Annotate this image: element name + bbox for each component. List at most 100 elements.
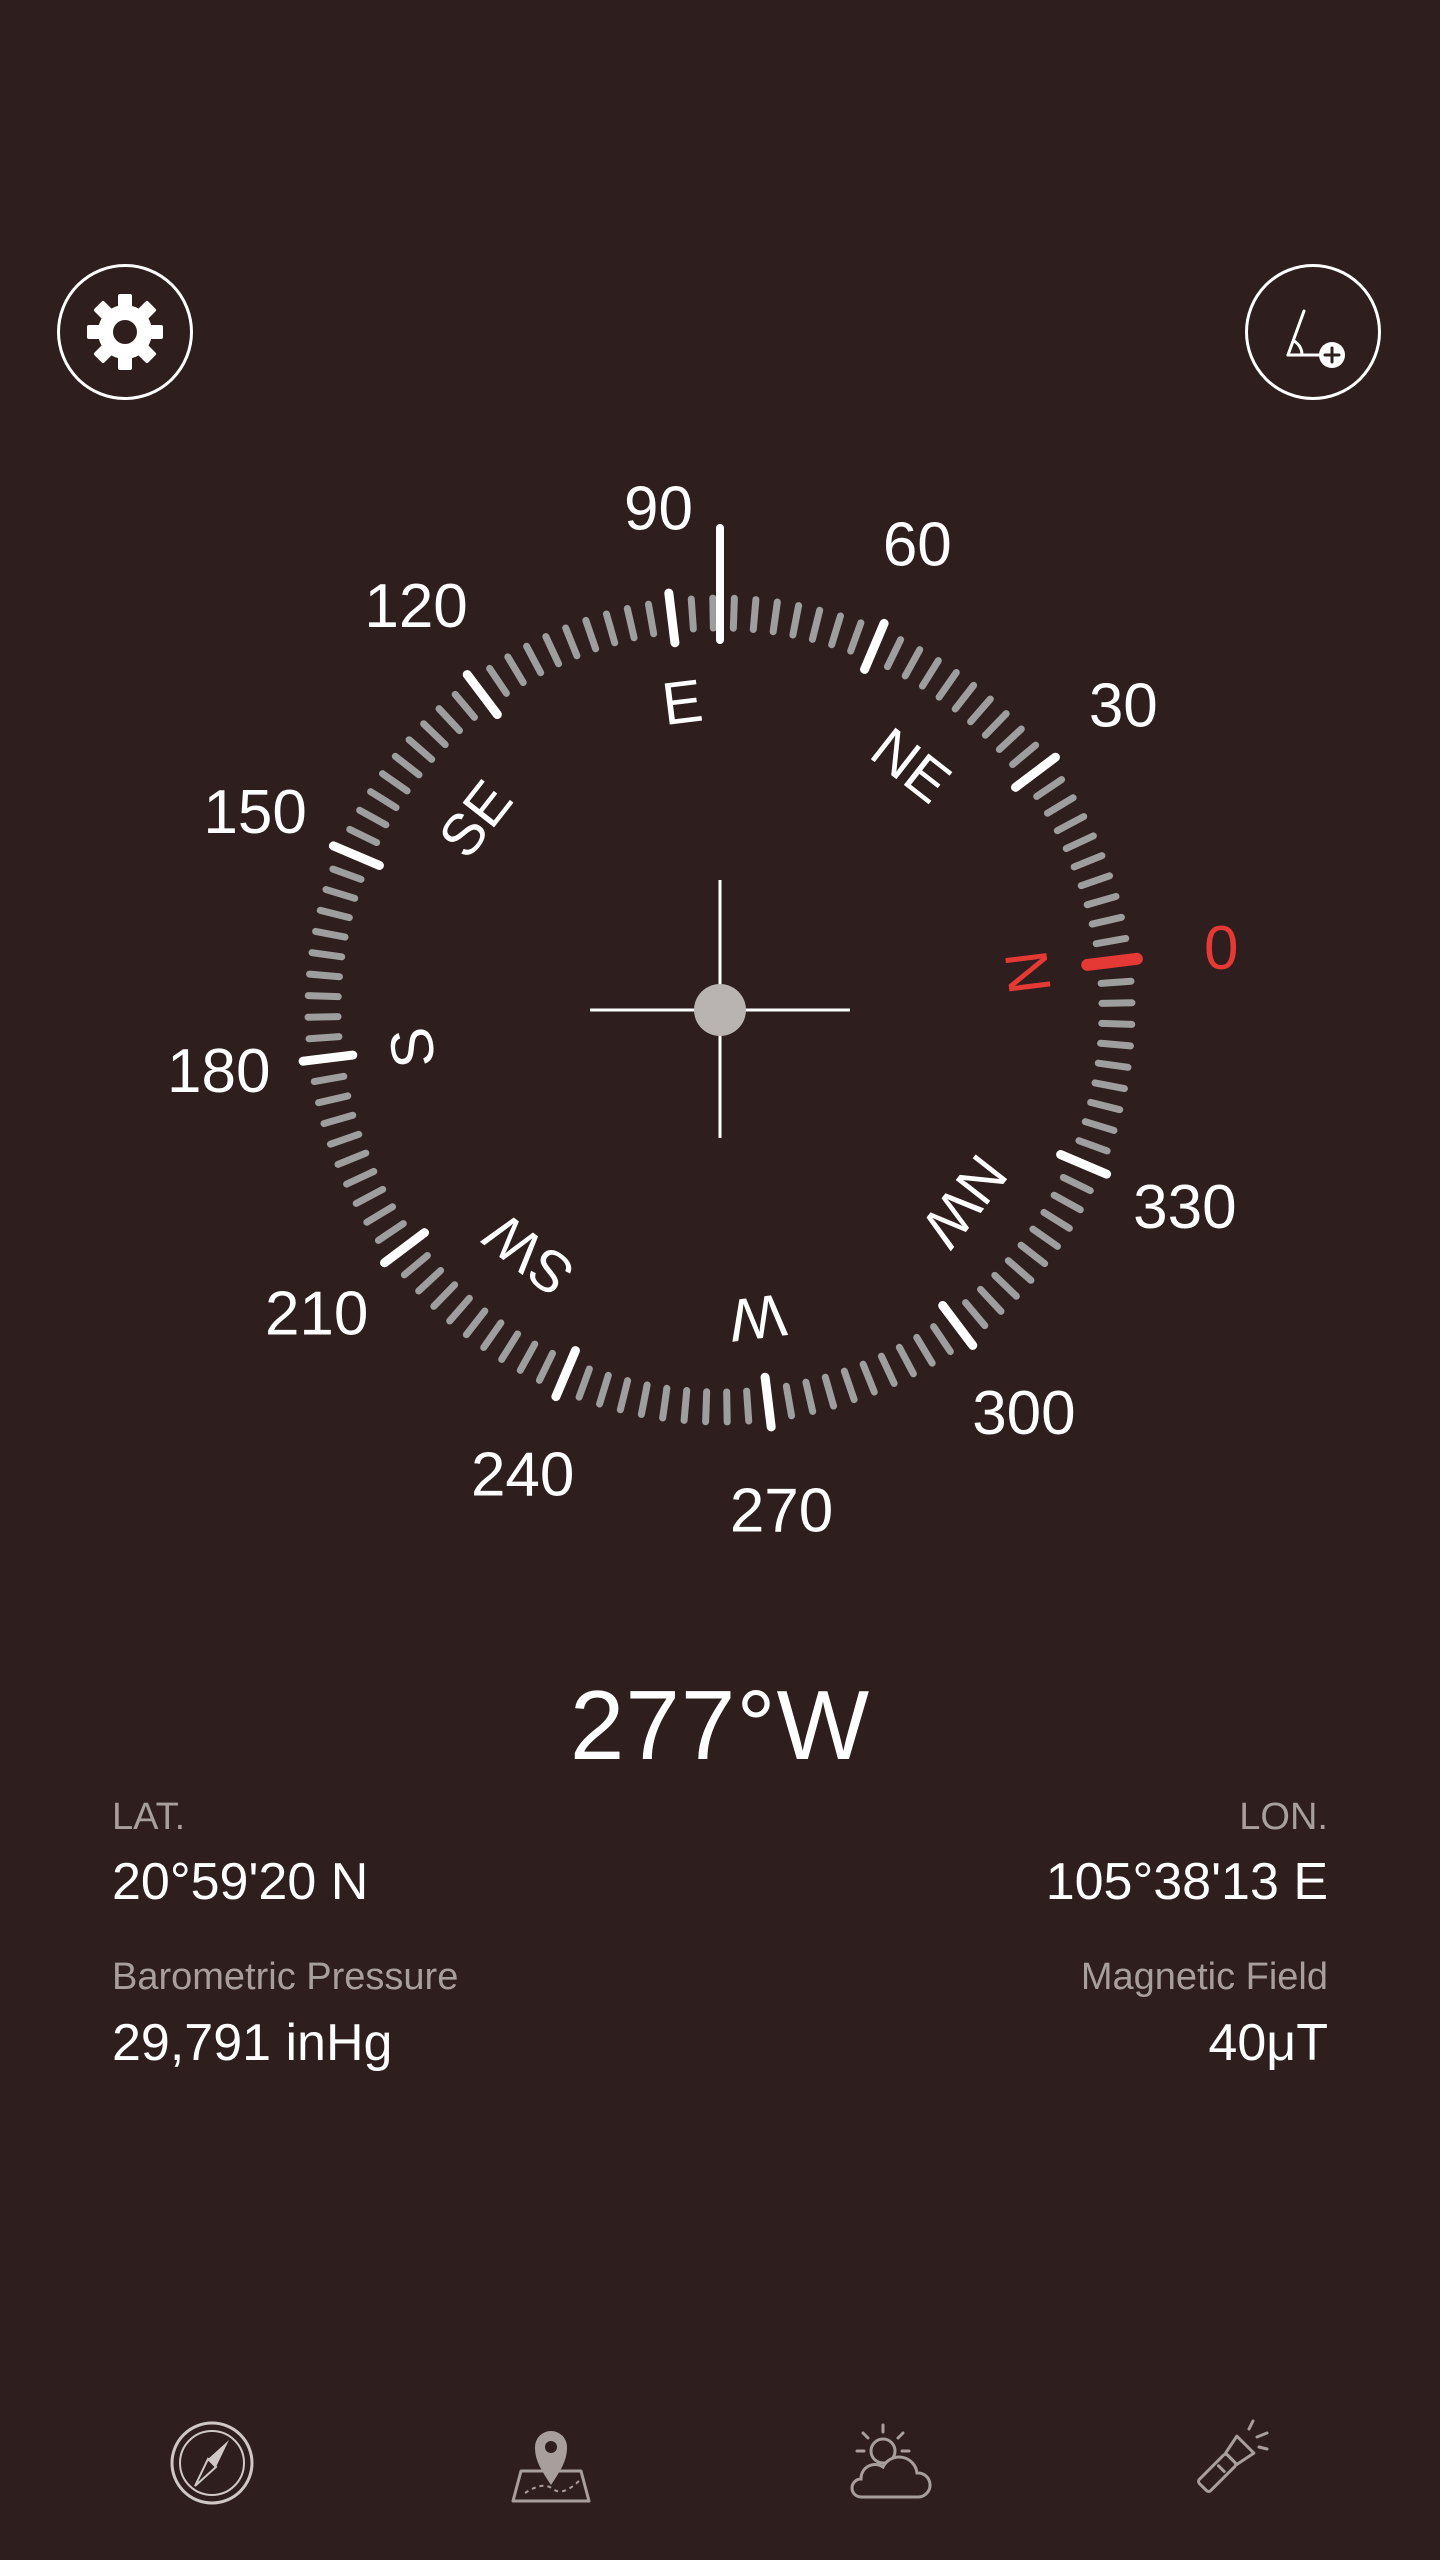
compass-screen: N NE E SE S SW W NW 270 300 330 0 30 60 90 120 150 180 210… bbox=[0, 0, 1440, 2560]
minor-tick bbox=[729, 594, 738, 632]
minor-tick bbox=[1088, 913, 1125, 928]
minor-tick bbox=[312, 927, 349, 941]
nav-map[interactable] bbox=[496, 2410, 606, 2520]
minor-tick bbox=[334, 1149, 370, 1168]
degree-label: 150 bbox=[203, 778, 306, 847]
minor-tick bbox=[486, 664, 510, 697]
minor-tick bbox=[1097, 977, 1135, 987]
minor-tick bbox=[582, 616, 600, 653]
minor-tick bbox=[930, 1323, 954, 1356]
minor-tick bbox=[356, 806, 390, 829]
minor-tick bbox=[1040, 1208, 1073, 1232]
degree-label: 30 bbox=[1089, 672, 1158, 741]
minor-tick bbox=[430, 1281, 459, 1310]
minor-tick bbox=[1062, 832, 1097, 853]
cardinal-label: E bbox=[658, 667, 706, 738]
major-tick bbox=[1056, 1150, 1112, 1179]
longitude-value: 105°38'13 E bbox=[1045, 1853, 1328, 1911]
degree-label: 0 bbox=[1204, 914, 1238, 983]
minor-tick bbox=[367, 788, 400, 812]
minor-tick bbox=[808, 606, 824, 643]
minor-tick bbox=[1053, 813, 1088, 835]
minor-tick bbox=[687, 595, 697, 633]
magnetic-field-value: 40μT bbox=[1208, 2014, 1328, 2072]
minor-tick bbox=[1094, 1059, 1132, 1071]
minor-tick bbox=[782, 1382, 796, 1420]
minor-tick bbox=[977, 1285, 1005, 1315]
degree-label: 210 bbox=[265, 1279, 368, 1348]
minor-tick bbox=[562, 624, 581, 660]
degree-label: 90 bbox=[624, 474, 693, 543]
center-dot bbox=[694, 984, 746, 1036]
nav-weather[interactable] bbox=[834, 2410, 944, 2520]
minor-tick bbox=[315, 1092, 352, 1107]
minor-tick bbox=[895, 1343, 917, 1378]
compass-dial[interactable]: N NE E SE S SW W NW 270 300 330 0 30 60 90 120 150 180 210… bbox=[0, 0, 1440, 1700]
longitude-label: LON. bbox=[1239, 1796, 1328, 1838]
cardinal-label: NW bbox=[909, 1143, 1020, 1259]
pressure-label: Barometric Pressure bbox=[112, 1956, 459, 1998]
minor-tick bbox=[702, 1388, 711, 1426]
minor-tick bbox=[1075, 1137, 1111, 1155]
nav-flashlight[interactable] bbox=[1172, 2410, 1282, 2520]
minor-tick bbox=[435, 705, 463, 735]
minor-tick bbox=[310, 1072, 348, 1086]
degree-label: 180 bbox=[167, 1037, 270, 1106]
compass-icon bbox=[167, 2418, 257, 2513]
minor-tick bbox=[789, 602, 803, 639]
minor-tick bbox=[304, 992, 342, 1001]
minor-tick bbox=[504, 653, 527, 687]
heading-readout: 277°W bbox=[569, 1670, 871, 1780]
minor-tick bbox=[951, 681, 978, 713]
minor-tick bbox=[1098, 1019, 1136, 1028]
major-tick bbox=[380, 1228, 430, 1268]
major-tick bbox=[1010, 752, 1060, 792]
minor-tick bbox=[1033, 776, 1066, 800]
minor-tick bbox=[1059, 1173, 1094, 1195]
minor-tick bbox=[644, 600, 658, 638]
bottom-navigation bbox=[0, 2410, 1440, 2520]
minor-tick bbox=[1097, 1039, 1134, 1050]
cardinal-label: S bbox=[377, 1024, 448, 1072]
minor-tick bbox=[602, 610, 619, 647]
minor-tick bbox=[659, 1384, 671, 1422]
minor-tick bbox=[329, 865, 365, 883]
minor-tick bbox=[680, 1387, 691, 1424]
minor-tick bbox=[967, 695, 994, 726]
minor-tick bbox=[1092, 934, 1130, 948]
minor-tick bbox=[305, 1033, 343, 1043]
minor-tick bbox=[962, 1299, 989, 1330]
minor-tick bbox=[1043, 794, 1077, 817]
minor-tick bbox=[1077, 872, 1114, 890]
minor-tick bbox=[1081, 1118, 1118, 1134]
minor-tick bbox=[523, 642, 545, 677]
minor-tick bbox=[405, 736, 436, 763]
minor-tick bbox=[913, 1333, 936, 1367]
minor-tick bbox=[343, 1167, 378, 1188]
minor-tick bbox=[516, 1340, 539, 1374]
degree-label: 300 bbox=[972, 1379, 1075, 1448]
minor-tick bbox=[1083, 892, 1120, 909]
minor-tick bbox=[859, 1360, 878, 1396]
minor-tick bbox=[374, 1220, 407, 1244]
minor-tick bbox=[840, 1367, 858, 1404]
minor-tick bbox=[802, 1378, 817, 1415]
minor-tick bbox=[847, 619, 865, 655]
minor-tick bbox=[1004, 1257, 1035, 1284]
minor-tick bbox=[420, 720, 449, 749]
degree-label: 330 bbox=[1133, 1173, 1236, 1242]
major-tick bbox=[938, 1300, 978, 1350]
major-tick bbox=[760, 1372, 776, 1432]
nav-compass[interactable] bbox=[157, 2410, 267, 2520]
minor-tick bbox=[995, 725, 1025, 753]
minor-tick bbox=[391, 752, 423, 779]
minor-tick bbox=[935, 669, 960, 701]
minor-tick bbox=[821, 1373, 838, 1410]
cardinal-label: N bbox=[992, 947, 1064, 998]
minor-tick bbox=[1017, 1241, 1049, 1268]
cardinal-label: NE bbox=[859, 715, 963, 816]
minor-tick bbox=[316, 906, 353, 922]
weather-icon bbox=[839, 2415, 939, 2516]
cardinal-label: W bbox=[725, 1281, 790, 1354]
magnetic-field-label: Magnetic Field bbox=[1080, 1956, 1328, 1998]
